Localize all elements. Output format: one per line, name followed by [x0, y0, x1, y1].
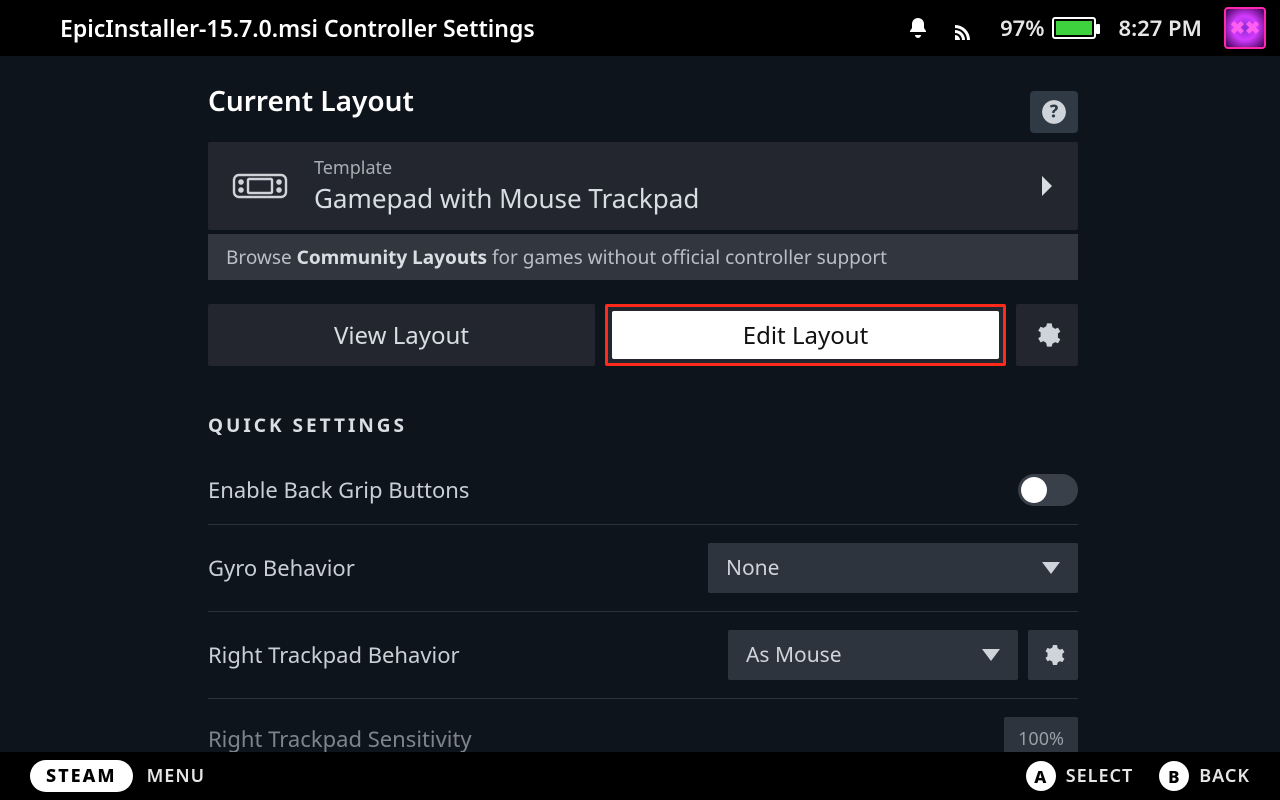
page-body: Current Layout ? Template Gamepad with M…: [0, 56, 1280, 752]
template-card[interactable]: Template Gamepad with Mouse Trackpad: [208, 142, 1078, 230]
setting-right-trackpad-behavior: Right Trackpad Behavior As Mouse: [208, 612, 1078, 699]
back-grip-label: Enable Back Grip Buttons: [208, 475, 469, 505]
gyro-value: None: [726, 554, 780, 582]
chevron-down-icon: [1042, 562, 1060, 574]
battery-icon: [1052, 17, 1096, 39]
notifications-icon[interactable]: [906, 16, 930, 40]
clock: 8:27 PM: [1118, 13, 1202, 43]
rt-behavior-label: Right Trackpad Behavior: [208, 640, 460, 670]
quick-settings-heading: QUICK SETTINGS: [208, 412, 1078, 438]
edit-layout-inner: Edit Layout: [612, 311, 999, 359]
rt-sens-label: Right Trackpad Sensitivity: [208, 724, 472, 754]
template-name: Gamepad with Mouse Trackpad: [314, 180, 699, 216]
layout-settings-gear-button[interactable]: [1016, 304, 1078, 366]
back-label: BACK: [1199, 764, 1250, 788]
gyro-label: Gyro Behavior: [208, 553, 355, 583]
current-layout-heading: Current Layout: [208, 82, 414, 120]
a-glyph-icon: A: [1026, 761, 1056, 791]
edit-layout-label: Edit Layout: [743, 319, 869, 352]
setting-gyro: Gyro Behavior None: [208, 525, 1078, 612]
gyro-dropdown[interactable]: None: [708, 543, 1078, 593]
help-button[interactable]: ?: [1030, 91, 1078, 133]
footer-back[interactable]: B BACK: [1159, 761, 1250, 791]
chevron-down-icon: [982, 649, 1000, 661]
steam-deck-icon: [232, 171, 288, 201]
rt-behavior-dropdown[interactable]: As Mouse: [728, 630, 1018, 680]
battery-indicator: 97%: [1000, 13, 1096, 43]
browse-suffix: for games without official controller su…: [487, 244, 887, 270]
view-layout-label: View Layout: [334, 319, 469, 352]
battery-percentage: 97%: [1000, 13, 1044, 43]
browse-prefix: Browse: [226, 244, 297, 270]
avatar[interactable]: ✖✖: [1224, 7, 1266, 49]
chevron-right-icon: [1040, 176, 1054, 196]
rt-behavior-gear-button[interactable]: [1028, 630, 1078, 680]
rt-behavior-value: As Mouse: [746, 641, 842, 669]
b-glyph-icon: B: [1159, 761, 1189, 791]
page-title: EpicInstaller-15.7.0.msi Controller Sett…: [60, 12, 535, 44]
svg-text:?: ?: [1050, 99, 1059, 123]
select-label: SELECT: [1066, 764, 1134, 788]
cast-icon[interactable]: [952, 16, 978, 40]
template-sublabel: Template: [314, 156, 699, 180]
edit-layout-button[interactable]: Edit Layout: [605, 304, 1006, 366]
top-bar: EpicInstaller-15.7.0.msi Controller Sett…: [0, 0, 1280, 56]
footer-bar: STEAM MENU A SELECT B BACK: [0, 752, 1280, 800]
menu-button[interactable]: MENU: [147, 764, 206, 788]
browse-community-layouts[interactable]: Browse Community Layouts for games witho…: [208, 234, 1078, 280]
back-grip-toggle[interactable]: [1018, 474, 1078, 506]
view-layout-button[interactable]: View Layout: [208, 304, 595, 366]
steam-button[interactable]: STEAM: [30, 760, 133, 792]
browse-bold: Community Layouts: [297, 244, 487, 270]
setting-back-grip: Enable Back Grip Buttons: [208, 456, 1078, 525]
footer-select[interactable]: A SELECT: [1026, 761, 1134, 791]
